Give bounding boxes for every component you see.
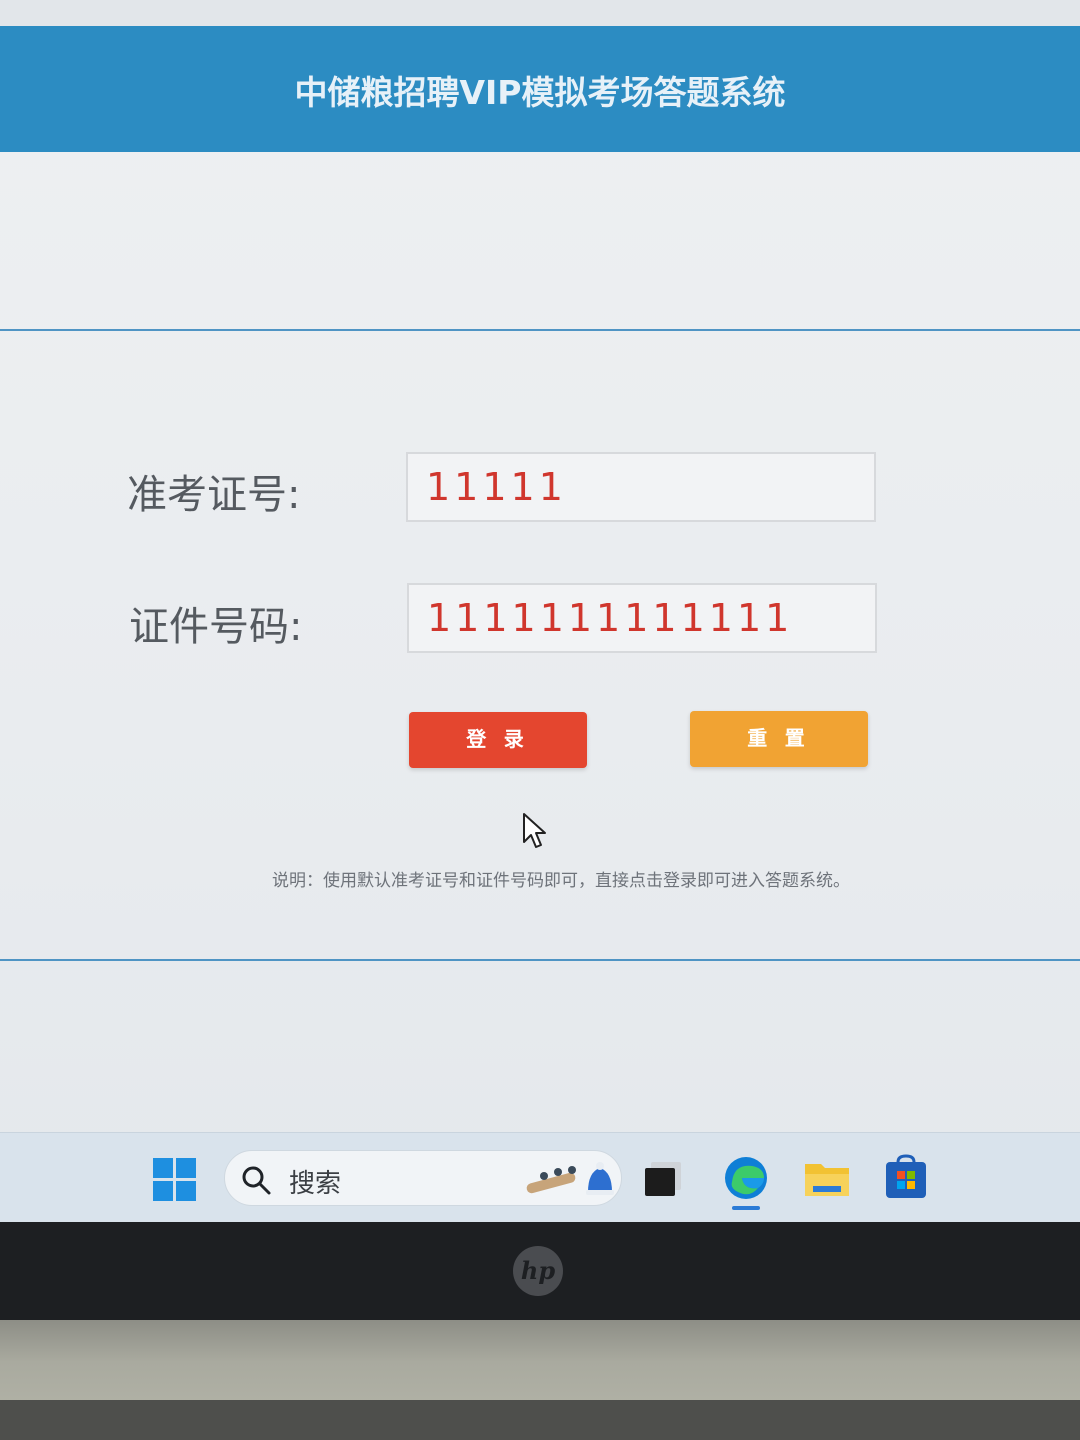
exam-number-input[interactable]: 11111: [406, 452, 876, 522]
edge-icon[interactable]: [722, 1154, 770, 1202]
browser-viewport: 中储粮招聘VIP模拟考场答题系统 准考证号: 11111 证件号码: 11111…: [0, 0, 1080, 1222]
id-number-label: 证件号码:: [129, 604, 303, 650]
mouse-cursor-icon: [523, 813, 546, 848]
top-divider: [0, 329, 1080, 331]
file-explorer-icon[interactable]: [803, 1154, 851, 1202]
windows-start-icon[interactable]: [153, 1158, 197, 1202]
instruction-note: 说明：使用默认准考证号和证件号码即可，直接点击登录即可进入答题系统。: [272, 871, 850, 891]
search-highlight-icon: [526, 1162, 614, 1195]
search-placeholder: 搜索: [289, 1169, 342, 1199]
search-icon: [242, 1166, 271, 1195]
login-button[interactable]: 登 录: [409, 712, 587, 768]
laptop-base: [0, 1400, 1080, 1440]
bottom-divider: [0, 959, 1080, 961]
page-title: 中储粮招聘VIP模拟考场答题系统: [294, 73, 786, 112]
hp-logo-icon: hp: [513, 1246, 563, 1296]
svg-text:hp: hp: [521, 1256, 555, 1285]
store-icon[interactable]: [882, 1154, 930, 1202]
active-app-indicator: [732, 1206, 760, 1210]
browser-top-strip: [0, 0, 1080, 26]
reset-button[interactable]: 重 置: [690, 711, 868, 767]
exam-number-label: 准考证号:: [127, 472, 301, 518]
task-view-icon[interactable]: [641, 1154, 689, 1202]
id-number-input[interactable]: 1111111111111: [407, 583, 877, 653]
